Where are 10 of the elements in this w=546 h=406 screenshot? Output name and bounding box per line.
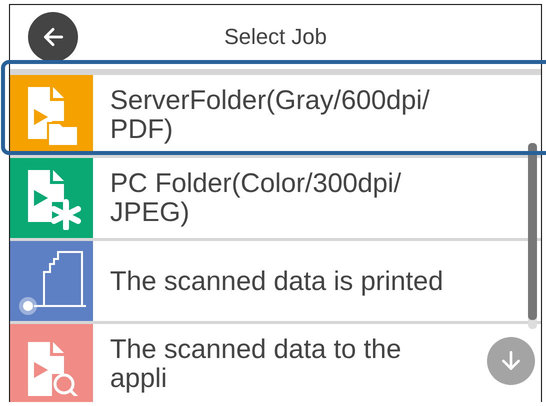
screen-title: Select Job [223, 24, 328, 50]
scroll-down-button[interactable] [487, 337, 535, 385]
back-button[interactable] [28, 12, 78, 62]
job-label: PC Folder(Color/300dpi/JPEG) [110, 169, 402, 227]
job-list-item[interactable]: PC Folder(Color/300dpi/JPEG) [10, 155, 541, 238]
job-list-item[interactable]: The scanned data is printed [10, 238, 541, 321]
job-label: The scanned data to the appli [110, 335, 402, 393]
job-label: ServerFolder(Gray/600dpi/PDF) [110, 86, 431, 144]
job-label: The scanned data is printed [110, 266, 444, 296]
job-list-item[interactable]: ServerFolder(Gray/600dpi/PDF) [10, 69, 541, 155]
